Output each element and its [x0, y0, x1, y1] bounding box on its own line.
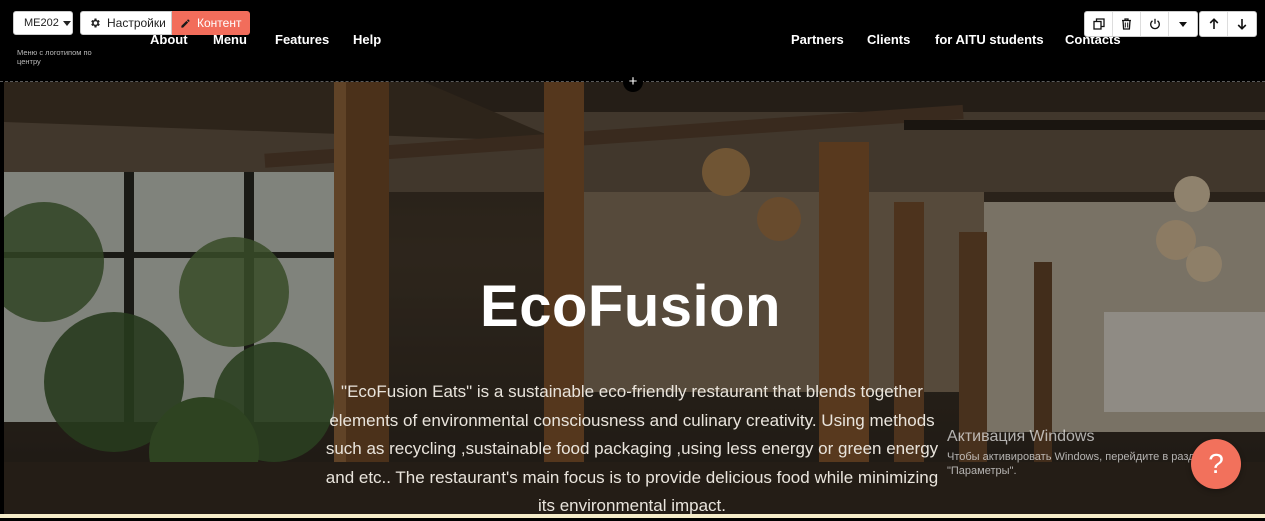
site-header: About Menu Features Help Partners Client… — [0, 0, 1265, 81]
trash-icon — [1122, 18, 1131, 30]
content-button[interactable]: Контент — [172, 11, 250, 35]
nav-link-features[interactable]: Features — [275, 32, 329, 47]
arrow-down-icon — [1237, 19, 1247, 30]
pencil-icon — [181, 18, 190, 28]
block-actions-group — [1084, 11, 1198, 37]
hero-title: EcoFusion — [480, 274, 781, 339]
next-block-edge — [0, 514, 1265, 518]
power-icon — [1149, 18, 1160, 30]
nav-link-aitu-students[interactable]: for AITU students — [935, 32, 1044, 47]
settings-label: Настройки — [107, 16, 166, 30]
caret-down-icon — [1179, 21, 1187, 27]
toggle-visibility-button[interactable] — [1141, 12, 1169, 36]
hero-description: "EcoFusion Eats" is a sustainable eco-fr… — [325, 382, 939, 515]
block-description: Меню с логотипом по центру — [17, 48, 92, 66]
nav-link-partners[interactable]: Partners — [791, 32, 844, 47]
arrow-up-icon — [1209, 18, 1218, 29]
more-options-button[interactable] — [1169, 12, 1197, 36]
move-down-button[interactable] — [1228, 12, 1256, 36]
windows-activation-title: Активация Windows — [947, 428, 1095, 445]
block-type-select[interactable]: ME202 — [13, 11, 73, 35]
caret-down-icon — [62, 20, 71, 26]
nav-link-clients[interactable]: Clients — [867, 32, 910, 47]
add-block-button[interactable]: + — [623, 72, 643, 92]
nav-link-help[interactable]: Help — [353, 32, 381, 47]
move-up-button[interactable] — [1200, 12, 1228, 36]
duplicate-icon — [1092, 18, 1105, 30]
duplicate-button[interactable] — [1085, 12, 1113, 36]
delete-button[interactable] — [1113, 12, 1141, 36]
settings-button[interactable]: Настройки — [80, 11, 172, 35]
content-label: Контент — [197, 16, 242, 30]
block-move-group — [1199, 11, 1257, 37]
gear-icon — [91, 18, 100, 28]
block-type-label: ME202 — [24, 17, 59, 29]
help-button[interactable]: ? — [1191, 439, 1241, 489]
